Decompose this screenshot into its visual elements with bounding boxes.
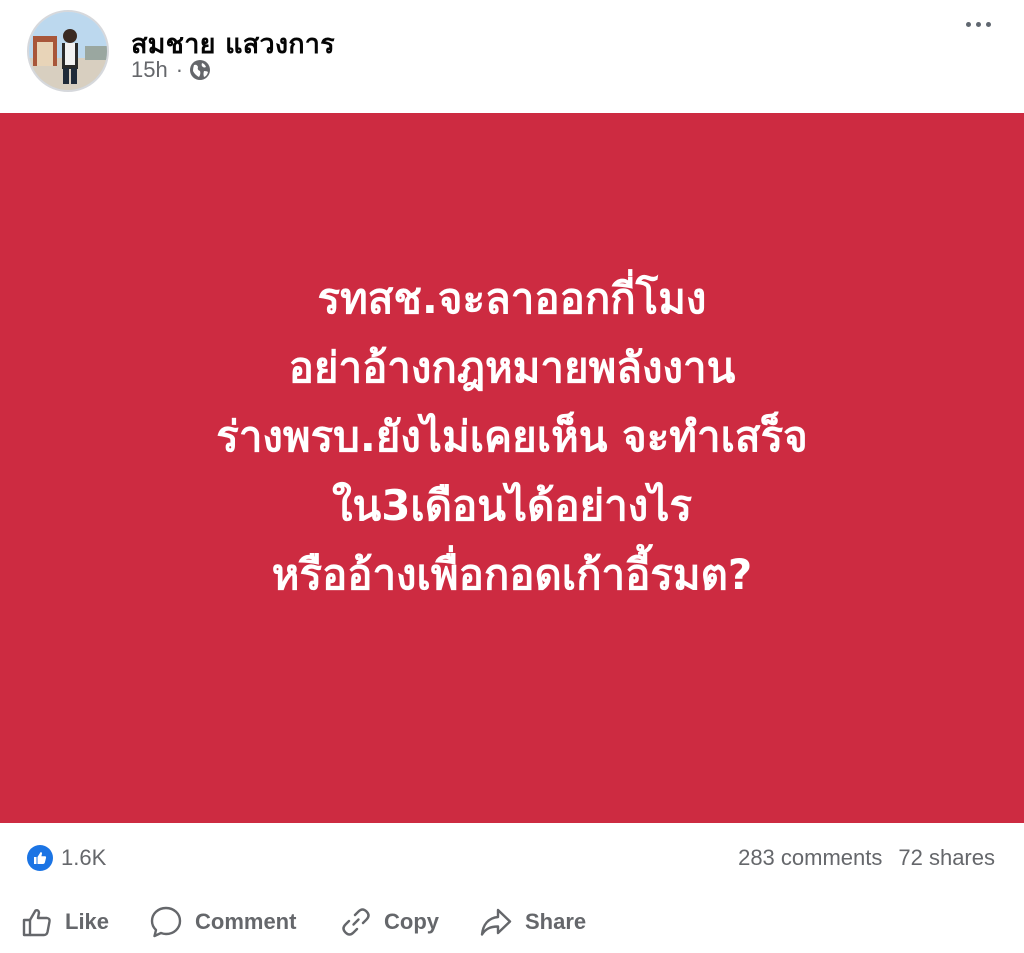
post-header: สมชาย แสวงการ 15h · bbox=[0, 0, 1024, 113]
post-meta: 15h · bbox=[131, 57, 211, 83]
more-options-icon[interactable] bbox=[964, 14, 994, 34]
engagement-counts: 283 comments 72 shares bbox=[738, 845, 995, 871]
comment-bubble-icon bbox=[150, 906, 182, 938]
post-image-line: ใน3เดือนได้อย่างไร bbox=[331, 480, 692, 530]
comment-label: Comment bbox=[195, 909, 297, 934]
post-image-line: หรืออ้างเพื่อกอดเก้าอี้รมต? bbox=[271, 549, 753, 599]
post-stats: 1.6K 283 comments 72 shares bbox=[0, 823, 1024, 891]
share-button[interactable]: Share bbox=[479, 905, 586, 939]
shares-count[interactable]: 72 shares bbox=[898, 845, 995, 870]
copy-link-button[interactable]: Copy bbox=[340, 905, 439, 939]
post-image-text: รทสช.จะลาออกกี่โมง อย่าอ้างกฎหมายพลังงาน… bbox=[216, 264, 807, 609]
post-timestamp[interactable]: 15h bbox=[131, 57, 168, 83]
comments-count[interactable]: 283 comments bbox=[738, 845, 882, 870]
share-arrow-icon bbox=[480, 908, 512, 936]
share-label: Share bbox=[525, 909, 587, 934]
author-avatar[interactable] bbox=[27, 10, 109, 92]
post-text-image[interactable]: รทสช.จะลาออกกี่โมง อย่าอ้างกฎหมายพลังงาน… bbox=[0, 113, 1024, 823]
globe-icon[interactable] bbox=[189, 59, 211, 81]
like-reaction-icon[interactable] bbox=[27, 845, 53, 871]
like-label: Like bbox=[65, 909, 110, 934]
post-actions-bar: Like Comment Copy Share bbox=[0, 891, 1024, 953]
avatar-photo bbox=[29, 12, 107, 90]
like-button[interactable]: Like bbox=[21, 905, 109, 939]
comment-button[interactable]: Comment bbox=[149, 905, 296, 939]
post-image-line: ร่างพรบ.ยังไม่เคยเห็น จะทำเสร็จ bbox=[216, 411, 808, 461]
post-image-line: อย่าอ้างกฎหมายพลังงาน bbox=[288, 342, 736, 392]
reactions-count[interactable]: 1.6K bbox=[61, 845, 106, 871]
post-image-line: รทสช.จะลาออกกี่โมง bbox=[317, 273, 707, 323]
thumbs-up-icon bbox=[22, 909, 51, 937]
link-icon bbox=[342, 908, 370, 936]
meta-separator: · bbox=[175, 57, 184, 82]
copy-label: Copy bbox=[384, 909, 439, 934]
